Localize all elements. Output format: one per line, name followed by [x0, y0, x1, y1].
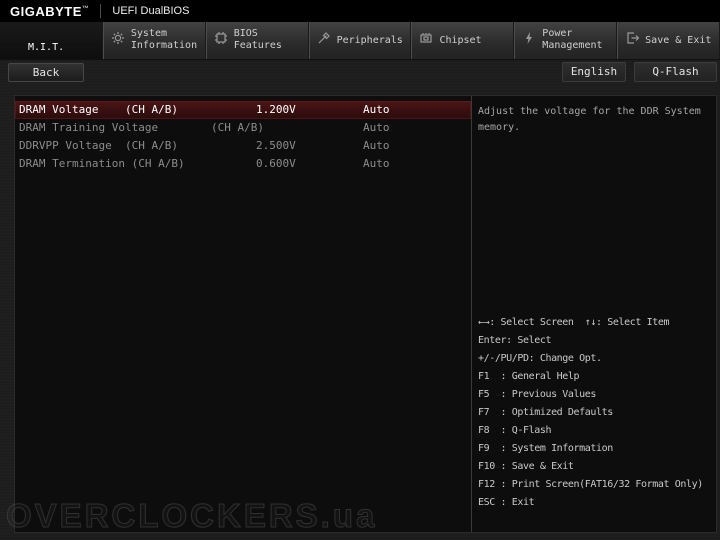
- setting-option[interactable]: Auto: [363, 137, 390, 154]
- hotkey-hints: ←→: Select Screen ↑↓: Select Item Enter:…: [478, 314, 714, 512]
- tab-mit[interactable]: M.I.T.: [0, 22, 103, 59]
- help-description: Adjust the voltage for the DDR System me…: [478, 106, 701, 133]
- hotkey-hint: F8 : Q-Flash: [478, 425, 552, 436]
- hotkey-hint: F12 : Print Screen(FAT16/32 Format Only): [478, 479, 703, 490]
- setting-row-dram-termination[interactable]: DRAM Termination (CH A/B) 0.600V Auto: [15, 155, 471, 173]
- main-content: DRAM Voltage (CH A/B) 1.200V Auto DRAM T…: [14, 95, 717, 533]
- tab-label: Power: [542, 28, 573, 39]
- qflash-button[interactable]: Q-Flash: [634, 62, 717, 82]
- title-separator: [100, 4, 102, 18]
- tab-label: Save & Exit: [645, 35, 712, 46]
- tab-label: M.I.T.: [28, 42, 65, 53]
- bios-chip-icon: [214, 30, 230, 46]
- setting-value: 1.200V: [256, 103, 296, 116]
- overclockers-watermark: OVERCLOCKERS.ua: [5, 497, 378, 535]
- tab-label-line2: Features: [233, 40, 282, 51]
- language-button[interactable]: English: [562, 62, 626, 82]
- setting-value: 2.500V: [256, 139, 296, 152]
- main-menu-tabbar: M.I.T. System Information BIOS Features Pe…: [0, 22, 720, 60]
- tab-label: Chipset: [439, 35, 482, 46]
- hotkey-hint: Enter: Select: [478, 335, 552, 346]
- exit-arrow-icon: [625, 30, 641, 46]
- mit-sphere-icon: [8, 30, 24, 46]
- setting-row-dram-training-voltage[interactable]: DRAM Training Voltage (CH A/B) Auto: [15, 119, 471, 137]
- setting-label: DDRVPP Voltage (CH A/B): [19, 139, 178, 152]
- hotkey-hint: F10 : Save & Exit: [478, 461, 574, 472]
- help-panel: Adjust the voltage for the DDR System me…: [471, 96, 716, 532]
- tab-save-exit[interactable]: Save & Exit: [617, 22, 720, 59]
- screwdriver-icon: [317, 30, 333, 46]
- tab-label-line2: Information: [130, 40, 198, 51]
- setting-option[interactable]: Auto: [363, 155, 390, 172]
- tab-bios-features[interactable]: BIOS Features: [206, 22, 309, 59]
- uefi-dualbios-label: UEFI DualBIOS: [112, 5, 190, 17]
- settings-list: DRAM Voltage (CH A/B) 1.200V Auto DRAM T…: [15, 96, 471, 532]
- setting-label: DRAM Voltage (CH A/B): [19, 103, 178, 116]
- gear-icon: [111, 30, 127, 46]
- chipset-icon: [419, 30, 435, 46]
- hotkey-hint: +/-/PU/PD: Change Opt.: [478, 353, 602, 364]
- hotkey-hint: F1 : General Help: [478, 371, 580, 382]
- tab-label: System: [130, 28, 167, 39]
- tab-system-information[interactable]: System Information: [103, 22, 206, 59]
- trademark-symbol: ™: [81, 5, 90, 13]
- setting-row-ddrvpp-voltage[interactable]: DDRVPP Voltage (CH A/B) 2.500V Auto: [15, 137, 471, 155]
- gigabyte-logo: GIGABYTE™: [10, 3, 90, 19]
- setting-value: 0.600V: [256, 157, 296, 170]
- title-bar: GIGABYTE™ UEFI DualBIOS: [0, 0, 720, 22]
- setting-label: DRAM Training Voltage (CH A/B): [19, 121, 265, 134]
- hotkey-hint: F9 : System Information: [478, 443, 613, 454]
- back-button[interactable]: Back: [8, 63, 84, 82]
- tab-label: Peripherals: [336, 35, 403, 46]
- setting-option[interactable]: Auto: [363, 119, 390, 136]
- setting-option[interactable]: Auto: [363, 101, 390, 118]
- tab-chipset[interactable]: Chipset: [411, 22, 515, 59]
- setting-label: DRAM Termination (CH A/B): [19, 157, 185, 170]
- hotkey-hint: ←→: Select Screen ↑↓: Select Item: [478, 317, 670, 328]
- hotkey-hint: ESC : Exit: [478, 497, 535, 508]
- setting-row-dram-voltage[interactable]: DRAM Voltage (CH A/B) 1.200V Auto: [15, 101, 471, 119]
- hotkey-hint: F5 : Previous Values: [478, 389, 597, 400]
- tab-peripherals[interactable]: Peripherals: [309, 22, 412, 59]
- tab-power-management[interactable]: Power Management: [514, 22, 618, 59]
- bios-setup-screen: GIGABYTE™ UEFI DualBIOS M.I.T. System Inf…: [0, 0, 720, 540]
- power-bolt-icon: [522, 30, 538, 46]
- tab-label: BIOS: [233, 28, 258, 39]
- tab-label-line2: Management: [542, 40, 603, 51]
- hotkey-hint: F7 : Optimized Defaults: [478, 407, 613, 418]
